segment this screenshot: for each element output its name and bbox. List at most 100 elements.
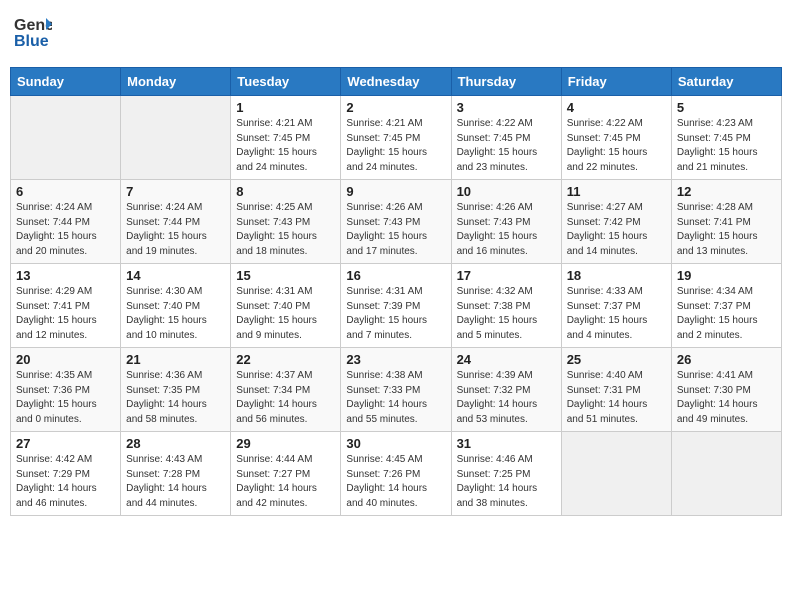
day-number: 13 xyxy=(16,268,115,283)
calendar-header-wednesday: Wednesday xyxy=(341,68,451,96)
day-info: Sunrise: 4:32 AM Sunset: 7:38 PM Dayligh… xyxy=(457,285,556,343)
calendar-cell xyxy=(671,432,781,516)
calendar-cell: 11 Sunrise: 4:27 AM Sunset: 7:42 PM Dayli… xyxy=(561,180,671,264)
day-info: Sunrise: 4:22 AM Sunset: 7:45 PM Dayligh… xyxy=(457,117,556,175)
calendar-cell: 13 Sunrise: 4:29 AM Sunset: 7:41 PM Dayli… xyxy=(11,264,121,348)
header: General Blue xyxy=(10,10,782,59)
day-info: Sunrise: 4:38 AM Sunset: 7:33 PM Dayligh… xyxy=(346,369,445,427)
calendar-cell: 2 Sunrise: 4:21 AM Sunset: 7:45 PM Daylig… xyxy=(341,96,451,180)
day-info: Sunrise: 4:39 AM Sunset: 7:32 PM Dayligh… xyxy=(457,369,556,427)
day-info: Sunrise: 4:40 AM Sunset: 7:31 PM Dayligh… xyxy=(567,369,666,427)
calendar-header-sunday: Sunday xyxy=(11,68,121,96)
calendar-cell: 18Sunrise: 4:33 AM Sunset: 7:37 PM Dayli… xyxy=(561,264,671,348)
day-info: Sunrise: 4:36 AM Sunset: 7:35 PM Dayligh… xyxy=(126,369,225,427)
day-number: 18 xyxy=(567,268,666,283)
day-info: Sunrise: 4:44 AM Sunset: 7:27 PM Dayligh… xyxy=(236,453,335,511)
calendar-cell: 20 Sunrise: 4:35 AM Sunset: 7:36 PM Dayli… xyxy=(11,348,121,432)
day-info: Sunrise: 4:31 AM Sunset: 7:40 PM Dayligh… xyxy=(236,285,335,343)
calendar-cell xyxy=(561,432,671,516)
calendar-cell: 17Sunrise: 4:32 AM Sunset: 7:38 PM Dayli… xyxy=(451,264,561,348)
calendar-table: SundayMondayTuesdayWednesdayThursdayFrid… xyxy=(10,67,782,516)
day-number: 30 xyxy=(346,436,445,451)
day-info: Sunrise: 4:23 AM Sunset: 7:45 PM Dayligh… xyxy=(677,117,776,175)
day-number: 19 xyxy=(677,268,776,283)
calendar-week-row: 27 Sunrise: 4:42 AM Sunset: 7:29 PM Dayli… xyxy=(11,432,782,516)
day-number: 25 xyxy=(567,352,666,367)
calendar-cell xyxy=(121,96,231,180)
calendar-cell: 16 Sunrise: 4:31 AM Sunset: 7:39 PM Dayli… xyxy=(341,264,451,348)
day-info: Sunrise: 4:46 AM Sunset: 7:25 PM Dayligh… xyxy=(457,453,556,511)
day-number: 11 xyxy=(567,184,666,199)
day-number: 12 xyxy=(677,184,776,199)
day-number: 15 xyxy=(236,268,335,283)
day-number: 23 xyxy=(346,352,445,367)
calendar-header-tuesday: Tuesday xyxy=(231,68,341,96)
day-number: 31 xyxy=(457,436,556,451)
day-info: Sunrise: 4:25 AM Sunset: 7:43 PM Dayligh… xyxy=(236,201,335,259)
calendar-cell: 23 Sunrise: 4:38 AM Sunset: 7:33 PM Dayli… xyxy=(341,348,451,432)
calendar-header-saturday: Saturday xyxy=(671,68,781,96)
day-number: 27 xyxy=(16,436,115,451)
calendar-header-row: SundayMondayTuesdayWednesdayThursdayFrid… xyxy=(11,68,782,96)
day-number: 2 xyxy=(346,100,445,115)
day-number: 1 xyxy=(236,100,335,115)
calendar-cell: 29Sunrise: 4:44 AM Sunset: 7:27 PM Dayli… xyxy=(231,432,341,516)
calendar-cell: 5 Sunrise: 4:23 AM Sunset: 7:45 PM Daylig… xyxy=(671,96,781,180)
calendar-cell: 10Sunrise: 4:26 AM Sunset: 7:43 PM Dayli… xyxy=(451,180,561,264)
day-info: Sunrise: 4:22 AM Sunset: 7:45 PM Dayligh… xyxy=(567,117,666,175)
day-info: Sunrise: 4:26 AM Sunset: 7:43 PM Dayligh… xyxy=(346,201,445,259)
calendar-cell: 28Sunrise: 4:43 AM Sunset: 7:28 PM Dayli… xyxy=(121,432,231,516)
day-info: Sunrise: 4:21 AM Sunset: 7:45 PM Dayligh… xyxy=(346,117,445,175)
logo-graphic: General Blue xyxy=(14,10,52,59)
calendar-cell: 27 Sunrise: 4:42 AM Sunset: 7:29 PM Dayli… xyxy=(11,432,121,516)
day-number: 21 xyxy=(126,352,225,367)
day-info: Sunrise: 4:37 AM Sunset: 7:34 PM Dayligh… xyxy=(236,369,335,427)
day-info: Sunrise: 4:28 AM Sunset: 7:41 PM Dayligh… xyxy=(677,201,776,259)
calendar-cell: 26Sunrise: 4:41 AM Sunset: 7:30 PM Dayli… xyxy=(671,348,781,432)
calendar-cell xyxy=(11,96,121,180)
day-info: Sunrise: 4:27 AM Sunset: 7:42 PM Dayligh… xyxy=(567,201,666,259)
day-number: 3 xyxy=(457,100,556,115)
calendar-week-row: 20 Sunrise: 4:35 AM Sunset: 7:36 PM Dayli… xyxy=(11,348,782,432)
calendar-cell: 25 Sunrise: 4:40 AM Sunset: 7:31 PM Dayli… xyxy=(561,348,671,432)
day-number: 9 xyxy=(346,184,445,199)
day-number: 6 xyxy=(16,184,115,199)
calendar-cell: 8 Sunrise: 4:25 AM Sunset: 7:43 PM Daylig… xyxy=(231,180,341,264)
calendar-cell: 1 Sunrise: 4:21 AM Sunset: 7:45 PM Daylig… xyxy=(231,96,341,180)
day-number: 8 xyxy=(236,184,335,199)
calendar-cell: 21 Sunrise: 4:36 AM Sunset: 7:35 PM Dayli… xyxy=(121,348,231,432)
day-info: Sunrise: 4:24 AM Sunset: 7:44 PM Dayligh… xyxy=(16,201,115,259)
day-info: Sunrise: 4:26 AM Sunset: 7:43 PM Dayligh… xyxy=(457,201,556,259)
day-number: 20 xyxy=(16,352,115,367)
calendar-week-row: 6 Sunrise: 4:24 AM Sunset: 7:44 PM Daylig… xyxy=(11,180,782,264)
day-info: Sunrise: 4:43 AM Sunset: 7:28 PM Dayligh… xyxy=(126,453,225,511)
calendar-cell: 14 Sunrise: 4:30 AM Sunset: 7:40 PM Dayli… xyxy=(121,264,231,348)
day-number: 7 xyxy=(126,184,225,199)
calendar-cell: 9 Sunrise: 4:26 AM Sunset: 7:43 PM Daylig… xyxy=(341,180,451,264)
day-info: Sunrise: 4:35 AM Sunset: 7:36 PM Dayligh… xyxy=(16,369,115,427)
calendar-header-friday: Friday xyxy=(561,68,671,96)
calendar-cell: 24Sunrise: 4:39 AM Sunset: 7:32 PM Dayli… xyxy=(451,348,561,432)
calendar-week-row: 1 Sunrise: 4:21 AM Sunset: 7:45 PM Daylig… xyxy=(11,96,782,180)
day-number: 16 xyxy=(346,268,445,283)
calendar-cell: 31 Sunrise: 4:46 AM Sunset: 7:25 PM Dayli… xyxy=(451,432,561,516)
day-info: Sunrise: 4:41 AM Sunset: 7:30 PM Dayligh… xyxy=(677,369,776,427)
logo: General Blue xyxy=(14,10,52,59)
svg-text:Blue: Blue xyxy=(14,33,49,50)
calendar-week-row: 13 Sunrise: 4:29 AM Sunset: 7:41 PM Dayli… xyxy=(11,264,782,348)
calendar-cell: 3 Sunrise: 4:22 AM Sunset: 7:45 PM Daylig… xyxy=(451,96,561,180)
calendar-cell: 6 Sunrise: 4:24 AM Sunset: 7:44 PM Daylig… xyxy=(11,180,121,264)
day-number: 14 xyxy=(126,268,225,283)
day-number: 22 xyxy=(236,352,335,367)
day-info: Sunrise: 4:30 AM Sunset: 7:40 PM Dayligh… xyxy=(126,285,225,343)
calendar-cell: 30 Sunrise: 4:45 AM Sunset: 7:26 PM Dayli… xyxy=(341,432,451,516)
calendar-header-monday: Monday xyxy=(121,68,231,96)
day-info: Sunrise: 4:45 AM Sunset: 7:26 PM Dayligh… xyxy=(346,453,445,511)
calendar-cell: 22 Sunrise: 4:37 AM Sunset: 7:34 PM Dayli… xyxy=(231,348,341,432)
day-info: Sunrise: 4:42 AM Sunset: 7:29 PM Dayligh… xyxy=(16,453,115,511)
calendar-cell: 15 Sunrise: 4:31 AM Sunset: 7:40 PM Dayli… xyxy=(231,264,341,348)
day-info: Sunrise: 4:29 AM Sunset: 7:41 PM Dayligh… xyxy=(16,285,115,343)
day-info: Sunrise: 4:21 AM Sunset: 7:45 PM Dayligh… xyxy=(236,117,335,175)
day-info: Sunrise: 4:31 AM Sunset: 7:39 PM Dayligh… xyxy=(346,285,445,343)
day-number: 5 xyxy=(677,100,776,115)
